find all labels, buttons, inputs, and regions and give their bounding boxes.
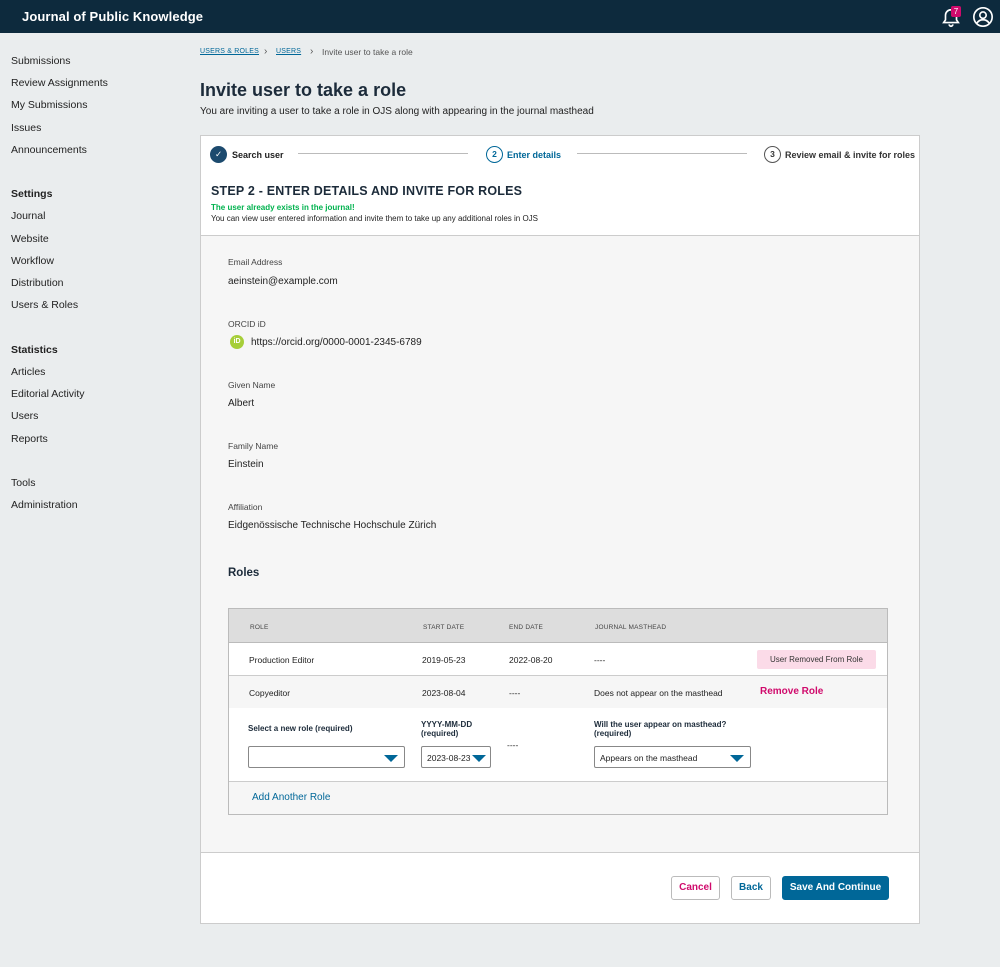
app-title[interactable]: Journal of Public Knowledge — [22, 9, 203, 24]
affiliation-value: Eidgenössische Technische Hochschule Zür… — [228, 520, 437, 531]
family-name-value: Einstein — [228, 459, 264, 470]
column-start-date: START DATE — [423, 624, 465, 631]
column-end-date: END DATE — [509, 624, 543, 631]
roles-heading: Roles — [228, 567, 260, 579]
breadcrumb-current: Invite user to take a role — [322, 47, 413, 57]
role-name: Copyeditor — [249, 688, 291, 698]
breadcrumb-users[interactable]: USERS — [276, 48, 301, 55]
save-and-continue-button[interactable]: Save And Continue — [782, 876, 889, 900]
top-bar: Journal of Public Knowledge 7 — [0, 0, 1000, 33]
user-details-body: Email Address aeinstein@example.com ORCI… — [201, 236, 919, 853]
sidebar-item-website[interactable]: Website — [11, 233, 49, 245]
invite-card: ✓ Search user 2 Enter details 3 Review e… — [200, 135, 920, 924]
orcid-icon: iD — [230, 335, 244, 349]
cancel-button[interactable]: Cancel — [671, 876, 720, 900]
orcid-value[interactable]: https://orcid.org/0000-0001-2345-6789 — [251, 337, 422, 348]
sidebar-item-reports[interactable]: Reports — [11, 433, 48, 445]
sidebar: Submissions Review Assignments My Submis… — [0, 33, 180, 967]
remove-role-button[interactable]: Remove Role — [760, 686, 823, 697]
step-divider — [577, 153, 747, 154]
sidebar-item-issues[interactable]: Issues — [11, 122, 41, 134]
affiliation-label: Affiliation — [228, 502, 263, 512]
orcid-label: ORCID iD — [228, 319, 266, 329]
masthead-question-label: Will the user appear on masthead? — [594, 720, 727, 729]
chevron-down-icon — [730, 755, 744, 762]
new-end-date: ---- — [507, 740, 519, 750]
family-name-label: Family Name — [228, 441, 279, 451]
user-account-icon[interactable] — [972, 6, 994, 28]
sidebar-item-users-roles[interactable]: Users & Roles — [11, 299, 78, 311]
step-label: Search user — [232, 150, 284, 160]
sidebar-item-review-assignments[interactable]: Review Assignments — [11, 77, 108, 89]
start-date: 2023-08-04 — [422, 688, 466, 698]
page-subtitle: You are inviting a user to take a role i… — [200, 106, 594, 117]
date-format-label: YYYY-MM-DD — [421, 720, 473, 729]
role-name: Production Editor — [249, 655, 315, 665]
back-button[interactable]: Back — [731, 876, 771, 900]
sidebar-item-users[interactable]: Users — [11, 410, 38, 422]
step-number: 3 — [764, 146, 781, 163]
add-another-role-button[interactable]: Add Another Role — [252, 792, 330, 803]
step-search-user[interactable]: ✓ Search user — [210, 146, 300, 164]
date-required-label: (required) — [421, 729, 459, 738]
step-divider — [298, 153, 468, 154]
chevron-down-icon — [384, 755, 398, 762]
masthead-status: Does not appear on the masthead — [594, 688, 723, 698]
column-journal-masthead: JOURNAL MASTHEAD — [595, 624, 667, 631]
start-date-picker[interactable]: 2023-08-23 — [421, 746, 491, 768]
step-label: Enter details — [507, 150, 562, 160]
sidebar-item-my-submissions[interactable]: My Submissions — [11, 99, 87, 111]
step-review-email[interactable]: 3 Review email & invite for roles — [764, 146, 916, 164]
roles-table-header: ROLE START DATE END DATE JOURNAL MASTHEA… — [229, 609, 887, 643]
step-label: Review email & invite for roles — [785, 150, 916, 160]
step-heading: STEP 2 - ENTER DETAILS AND INVITE FOR RO… — [211, 184, 523, 198]
add-role-row: Add Another Role — [229, 782, 887, 814]
sidebar-item-editorial-activity[interactable]: Editorial Activity — [11, 388, 85, 400]
column-role: ROLE — [250, 624, 269, 631]
stepper-header: ✓ Search user 2 Enter details 3 Review e… — [201, 136, 919, 236]
table-row: Production Editor 2019-05-23 2022-08-20 … — [229, 643, 887, 676]
sidebar-item-articles[interactable]: Articles — [11, 366, 45, 378]
table-row: Copyeditor 2023-08-04 ---- Does not appe… — [229, 676, 887, 709]
sidebar-item-announcements[interactable]: Announcements — [11, 144, 87, 156]
email-label: Email Address — [228, 257, 283, 267]
end-date: 2022-08-20 — [509, 655, 553, 665]
page-title: Invite user to take a role — [200, 80, 407, 100]
notification-count-badge: 7 — [951, 6, 961, 17]
form-footer: Cancel Back Save And Continue — [201, 852, 919, 923]
sidebar-item-workflow[interactable]: Workflow — [11, 255, 54, 267]
step-number: 2 — [486, 146, 503, 163]
user-exists-message: The user already exists in the journal! — [211, 203, 355, 212]
sidebar-item-distribution[interactable]: Distribution — [11, 277, 64, 289]
sidebar-heading-settings: Settings — [11, 188, 53, 200]
breadcrumb-users-roles[interactable]: USERS & ROLES — [200, 48, 259, 55]
given-name-label: Given Name — [228, 380, 276, 390]
breadcrumb-chevron-icon: › — [310, 46, 314, 57]
given-name-value: Albert — [228, 398, 255, 409]
new-role-label: Select a new role (required) — [248, 724, 353, 733]
role-select[interactable] — [248, 746, 405, 768]
masthead-required-label: (required) — [594, 729, 632, 738]
email-value: aeinstein@example.com — [228, 276, 338, 287]
sidebar-item-administration[interactable]: Administration — [11, 499, 78, 511]
chevron-down-icon — [472, 755, 486, 762]
start-date: 2019-05-23 — [422, 655, 466, 665]
masthead-status: ---- — [594, 655, 606, 665]
end-date: ---- — [509, 688, 521, 698]
breadcrumb-chevron-icon: › — [264, 46, 268, 57]
new-role-row: Select a new role (required) YYYY-MM-DD … — [229, 708, 887, 782]
step-description: You can view user entered information an… — [211, 214, 539, 223]
sidebar-item-tools[interactable]: Tools — [11, 477, 36, 489]
sidebar-item-journal[interactable]: Journal — [11, 210, 45, 222]
check-icon: ✓ — [210, 146, 227, 163]
status-badge: User Removed From Role — [757, 650, 876, 669]
masthead-select[interactable]: Appears on the masthead — [594, 746, 751, 768]
sidebar-heading-statistics: Statistics — [11, 344, 58, 356]
roles-table: ROLE START DATE END DATE JOURNAL MASTHEA… — [228, 608, 888, 815]
step-enter-details[interactable]: 2 Enter details — [486, 146, 576, 164]
sidebar-item-submissions[interactable]: Submissions — [11, 55, 71, 67]
